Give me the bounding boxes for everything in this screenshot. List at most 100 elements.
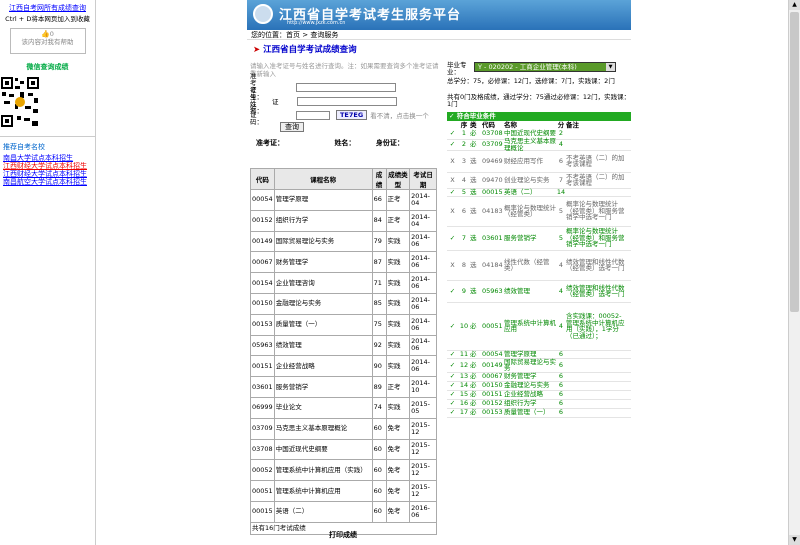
grade-code: 00067 [250,251,275,274]
grade-row: 03708 中国近现代史纲要 60 免考 2015-12 [250,438,437,461]
plan-note: 概率论与数理统计（经管类）和服务营销学中选考一门 [566,227,625,249]
plan-name: 创业理论与实务 [504,175,550,184]
plan-credit: 4 [558,260,564,269]
student-info: 准考证： 姓名： 身份证： [256,138,440,148]
grade-score: 60 [371,417,387,440]
grade-score: 85 [371,292,387,315]
breadcrumb-home[interactable]: 首页 [286,31,300,39]
grade-course: 金融理论与实务 [273,292,373,315]
grade-code: 00051 [250,480,275,502]
plan-code: 05963 [482,286,503,295]
plan-row: ✓ 7 选 03601 服务营销学 5 概率论与数理统计（经管类）和服务营销学中选考一门 [447,227,631,251]
grade-score: 90 [371,355,387,378]
captcha-image[interactable]: TE7EG [336,110,368,120]
query-button[interactable]: 查询 [280,122,304,132]
grade-row: 03601 服务营销学 89 正考 2014-10 [250,376,437,398]
grade-course: 质量管理（一） [273,313,373,336]
grade-code: 00054 [250,189,275,211]
plan-code: 09470 [482,175,503,184]
helpful-vote-button[interactable]: 👍0 该内容对我有帮助 [9,28,86,54]
grade-row: 05963 绩效管理 92 实践 2014-06 [250,334,437,357]
plan-row: X 6 选 04183 概率论与数理统计（经管类） 5 概率论与数理统计（经管类）和服务营销… [447,197,631,227]
plan-code: 00150 [482,381,503,390]
plan-type: 必 [470,129,477,138]
scroll-down-icon[interactable]: ▼ [789,535,800,545]
plan-status: ✓ [449,381,456,390]
grade-date: 2015-05 [409,396,437,419]
plan-credit: 7 [558,175,564,184]
name-info-label: 姓名： [334,139,356,147]
grade-course: 企业管理咨询 [273,272,373,294]
wechat-query-title: 微信查询成绩 [26,63,69,71]
school-link-nanchang[interactable]: 南昌大学试点本科招生 [0,154,95,162]
school-link-jxufe[interactable]: 江西财经大学试点本科招生 [0,170,95,178]
grade-score: 60 [371,438,387,461]
query-column: 请输入准考证号与姓名进行查询。注：如果需要查询多个准考证请重新输入 准考证号： … [250,62,440,148]
plan-type: 选 [470,233,477,242]
id-label-mid: 证 [272,98,279,106]
scroll-thumb[interactable] [790,12,799,312]
plan-name: 概率论与数理统计（经管类） [504,203,556,218]
plan-credit: 4 [558,321,564,330]
grade-row: 00052 管理系统中计算机应用（实践） 60 免考 2015-12 [250,459,437,482]
plan-note: 不考英语（二）的加考该课程 [566,172,625,187]
grade-date: 2014-06 [409,355,437,378]
ticket-input[interactable] [296,82,396,92]
plan-note: 绩效管理和线性代数（经管类）选考一门 [566,283,625,298]
plan-name: 管理系统中计算机应用 [504,318,556,333]
left-sidebar: 江西自考网所有成绩查询 Ctrl + D将本网页加入到收藏 👍0 该内容对我有帮… [0,0,96,545]
thumbs-up-icon: 👍 [41,30,50,38]
grade-course: 英语（二） [273,500,373,523]
grade-type: 正考 [385,189,411,211]
plan-col-name: 名称 [504,120,517,129]
plan-col-credit: 分 [557,120,565,129]
grade-course: 企业经营战略 [273,355,373,378]
plan-type: 选 [470,206,477,215]
plan-type: 选 [470,156,477,165]
grade-date: 2014-06 [409,230,437,253]
grade-course: 管理系统中计算机应用 [273,480,373,502]
grade-date: 2015-12 [409,459,437,482]
plan-code: 00149 [482,360,503,369]
page-scrollbar[interactable]: ▲ ▼ [788,0,800,545]
grade-row: 00151 企业经营战略 90 实践 2014-06 [250,355,437,378]
grade-type: 正考 [385,209,411,232]
school-link-jxufe-red[interactable]: 江西财经大学试点本科招生 [0,162,95,170]
captcha-refresh-hint[interactable]: 看不清，点击换一个 [370,110,429,120]
plan-code: 04184 [482,260,503,269]
plan-row: ✓ 9 选 05963 绩效管理 4 绩效管理和线性代数（经管类）选考一门 [447,281,631,303]
graduation-plan: 毕业专业： Y - 020202 - 工商企业管理(本科) ▼ 总学分：75，必修… [447,62,631,418]
chevron-down-icon: ▼ [606,63,615,71]
all-scores-link[interactable]: 江西自考网所有成绩查询 [0,0,95,13]
plan-type: 选 [470,260,477,269]
qr-code-icon [0,76,40,128]
captcha-input[interactable] [296,110,330,120]
grade-course: 绩效管理 [273,334,373,357]
school-link-nchu[interactable]: 南昌航空大学试点本科招生 [0,178,95,186]
plan-columns: 序 类 代码 名称 分 备注 [447,120,631,129]
grade-code: 00153 [250,313,275,336]
id-info-label: 身份证： [375,139,404,147]
col-date: 考试日期 [409,168,437,190]
grade-course: 马克思主义基本原理概论 [273,417,373,440]
grade-row: 00015 英语（二） 60 免考 2016-06 [250,500,437,523]
major-select[interactable]: Y - 020202 - 工商企业管理(本科) ▼ [474,62,616,72]
plan-index: 9 [461,286,467,295]
breadcrumb-page[interactable]: 查询服务 [310,31,338,39]
plan-code: 04183 [482,206,503,215]
plan-row: ✓ 2 必 03709 马克思主义基本原理概论 4 [447,138,631,151]
name-input[interactable] [296,96,397,106]
grade-date: 2016-06 [409,500,437,523]
plan-status: ✓ [449,187,456,196]
grade-code: 03601 [250,376,275,398]
plan-status: ✓ [449,372,456,381]
plan-status: ✓ [449,360,456,369]
grade-code: 00052 [250,459,275,482]
scroll-up-icon[interactable]: ▲ [789,0,800,10]
main-panel: 江西省自学考试考生服务平台 http://www.jxzk.com.cn 您的位… [247,0,631,545]
plan-code: 00054 [482,349,503,358]
print-button[interactable]: 打印成绩 [329,530,357,540]
grade-row: 00153 质量管理（一） 75 实践 2014-06 [250,313,437,336]
major-value: Y - 020202 - 工商企业管理(本科) [478,63,577,71]
plan-index: 1 [461,129,467,138]
